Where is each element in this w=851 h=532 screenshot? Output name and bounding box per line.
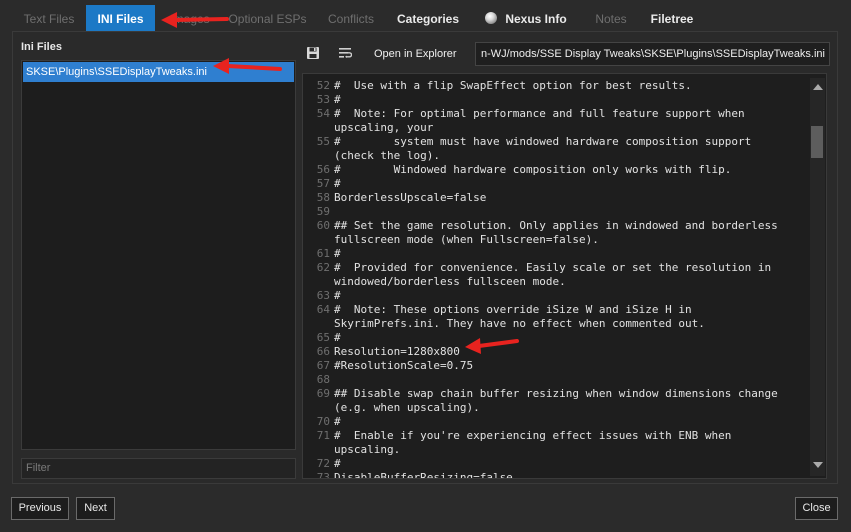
code-line: ## Disable swap chain buffer resizing wh… [334,387,778,400]
line-number: 53 [316,93,330,106]
tab-nexus-info-label: Nexus Info [505,12,567,26]
code-line: # Provided for convenience. Easily scale… [334,261,772,274]
tab-nexus-info[interactable]: Nexus Info [476,5,576,31]
code-line: DisableBufferResizing=false [334,471,513,479]
line-number: 54 [316,107,330,120]
code-line: upscaling. [334,443,401,456]
tab-optional-esps[interactable]: Optional ESPs [225,5,310,31]
code-line: # [334,93,341,106]
mod-info-dialog: Text Files INI Files Images Optional ESP… [0,0,851,532]
code-line: BorderlessUpscale=false [334,191,487,204]
scroll-up-icon[interactable] [813,84,823,90]
line-number: 57 [316,177,330,190]
code-line: # [334,247,341,260]
red-arrow-icon [465,338,519,354]
code-line: (e.g. when upscaling). [334,401,480,414]
line-number: 66 [316,345,330,358]
code-line: # [334,289,341,302]
ini-file-list[interactable]: SKSE\Plugins\SSEDisplayTweaks.ini [21,60,296,450]
line-number: 70 [316,415,330,428]
code-line: # system must have windowed hardware com… [334,135,752,148]
tab-bar: Text Files INI Files Images Optional ESP… [0,5,851,31]
code-line: #ResolutionScale=0.75 [334,359,474,372]
code-line: # Use with a flip SwapEffect option for … [334,79,692,92]
code-line: # [334,331,341,344]
line-number: 60 [316,219,330,232]
scrollbar-thumb[interactable] [811,126,823,158]
line-number: 67 [316,359,330,372]
line-number: 52 [316,79,330,92]
tab-filetree[interactable]: Filetree [643,5,701,31]
ini-files-heading: Ini Files [21,41,62,53]
line-number: 63 [316,289,330,302]
open-in-explorer-button[interactable]: Open in Explorer [370,45,461,63]
line-number: 56 [316,163,330,176]
line-number: 71 [316,429,330,442]
file-path-field[interactable]: n-WJ/mods/SSE Display Tweaks\SKSE\Plugin… [475,42,830,66]
code-line: # [334,415,341,428]
previous-button[interactable]: Previous [11,497,69,520]
word-wrap-icon[interactable] [338,46,352,60]
line-number: 64 [316,303,330,316]
line-number: 58 [316,191,330,204]
tab-notes[interactable]: Notes [586,5,636,31]
line-number: 69 [316,387,330,400]
nexus-globe-icon [485,12,498,24]
tab-conflicts[interactable]: Conflicts [315,5,387,31]
line-number: 59 [316,205,330,218]
tab-ini-files[interactable]: INI Files [86,5,155,31]
code-line: (check the log). [334,149,440,162]
code-line: Resolution=1280x800 [334,345,460,358]
red-arrow-icon [161,12,229,28]
line-number: 68 [316,373,330,386]
floppy-disk-icon[interactable] [306,46,320,60]
filter-input[interactable]: Filter [21,458,296,479]
tab-text-files[interactable]: Text Files [12,5,86,31]
scroll-down-icon[interactable] [813,462,823,468]
code-line: # Note: For optimal performance and full… [334,107,745,120]
code-line: SkyrimPrefs.ini. They have no effect whe… [334,317,705,330]
tab-categories[interactable]: Categories [389,5,467,31]
next-button[interactable]: Next [76,497,115,520]
code-line: ## Set the game resolution. Only applies… [334,219,778,232]
line-number: 73 [316,471,330,479]
code-line: # Windowed hardware composition only wor… [334,163,732,176]
line-number: 62 [316,261,330,274]
line-number: 72 [316,457,330,470]
line-number: 55 [316,135,330,148]
code-line: windowed/borderless fullsceen mode. [334,275,566,288]
code-line: # [334,457,341,470]
code-line: # Note: These options override iSize W a… [334,303,692,316]
code-line: fullscreen mode (when Fullscreen=false). [334,233,599,246]
line-number: 61 [316,247,330,260]
code-line: upscaling, your [334,121,434,134]
red-arrow-icon [213,58,282,74]
code-line: # [334,177,341,190]
file-path-text: n-WJ/mods/SSE Display Tweaks\SKSE\Plugin… [481,48,825,60]
line-number: 65 [316,331,330,344]
ini-editor[interactable]: 52 # Use with a flip SwapEffect option fo… [302,73,827,479]
close-button[interactable]: Close [795,497,838,520]
code-line: # Enable if you're experiencing effect i… [334,429,732,442]
